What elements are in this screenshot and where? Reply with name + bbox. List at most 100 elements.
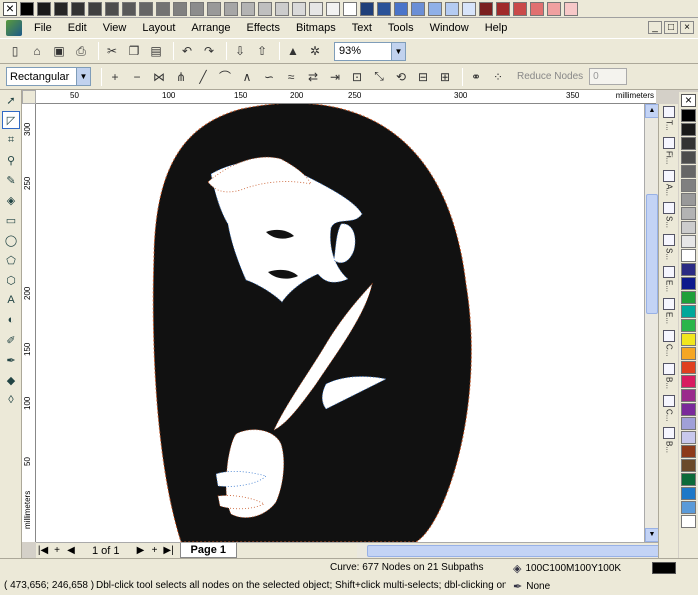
menu-text[interactable]: Text bbox=[344, 18, 380, 38]
color-swatch[interactable] bbox=[681, 431, 696, 444]
shape-tool-icon[interactable]: ◸ bbox=[2, 111, 20, 129]
chevron-down-icon[interactable]: ▼ bbox=[76, 68, 90, 85]
select-all-nodes-icon[interactable]: ⁘ bbox=[489, 68, 507, 86]
extend-curve-icon[interactable]: ⇥ bbox=[326, 68, 344, 86]
color-swatch[interactable] bbox=[681, 473, 696, 486]
close-button[interactable]: × bbox=[680, 21, 694, 34]
prev-page-icon[interactable]: ◀ bbox=[64, 545, 78, 556]
to-line-icon[interactable]: ╱ bbox=[194, 68, 212, 86]
docker-tab-symbols[interactable]: S... bbox=[660, 234, 678, 260]
menu-view[interactable]: View bbox=[95, 18, 135, 38]
color-swatch[interactable] bbox=[681, 263, 696, 276]
save-icon[interactable]: ▣ bbox=[50, 42, 68, 60]
drawing-canvas[interactable] bbox=[36, 104, 644, 542]
extract-subpath-icon[interactable]: ⊡ bbox=[348, 68, 366, 86]
color-swatch[interactable] bbox=[445, 1, 459, 16]
print-icon[interactable]: ⎙ bbox=[72, 42, 90, 60]
paste-icon[interactable]: ▤ bbox=[147, 42, 165, 60]
color-swatch[interactable] bbox=[681, 249, 696, 262]
color-swatch[interactable] bbox=[258, 1, 272, 16]
color-swatch[interactable] bbox=[681, 165, 696, 178]
color-swatch[interactable] bbox=[681, 361, 696, 374]
interactive-fill-tool-icon[interactable]: ◊ bbox=[2, 391, 20, 409]
color-swatch[interactable] bbox=[275, 1, 289, 16]
rectangle-tool-icon[interactable]: ▭ bbox=[2, 211, 20, 229]
color-swatch[interactable] bbox=[122, 1, 136, 16]
add-page-after-icon[interactable]: + bbox=[148, 545, 162, 556]
docker-tab-fillet[interactable]: Fi... bbox=[660, 136, 678, 164]
fill-color-swatch[interactable] bbox=[652, 562, 676, 574]
break-curve-icon[interactable]: ⋔ bbox=[172, 68, 190, 86]
color-swatch[interactable] bbox=[681, 291, 696, 304]
color-swatch[interactable] bbox=[428, 1, 442, 16]
color-swatch[interactable] bbox=[681, 109, 696, 122]
scroll-up-arrow-icon[interactable]: ▲ bbox=[645, 104, 659, 118]
color-swatch[interactable] bbox=[513, 1, 527, 16]
color-swatch[interactable] bbox=[207, 1, 221, 16]
docker-tab-contour[interactable]: C... bbox=[660, 330, 678, 357]
export-icon[interactable]: ⇧ bbox=[253, 42, 271, 60]
color-swatch[interactable] bbox=[681, 151, 696, 164]
docker-tab-transform[interactable]: T... bbox=[660, 106, 678, 131]
fill-tool-icon[interactable]: ◆ bbox=[2, 371, 20, 389]
add-node-icon[interactable]: + bbox=[106, 68, 124, 86]
to-curve-icon[interactable]: ⌒ bbox=[216, 68, 234, 86]
freehand-tool-icon[interactable]: ✎ bbox=[2, 171, 20, 189]
symmetrical-node-icon[interactable]: ≈ bbox=[282, 68, 300, 86]
color-swatch[interactable] bbox=[360, 1, 374, 16]
menu-tools[interactable]: Tools bbox=[380, 18, 422, 38]
delete-node-icon[interactable]: − bbox=[128, 68, 146, 86]
add-page-before-icon[interactable]: + bbox=[50, 545, 64, 556]
docker-tab-blend[interactable]: B... bbox=[660, 427, 678, 453]
color-swatch[interactable] bbox=[681, 501, 696, 514]
smart-fill-tool-icon[interactable]: ◈ bbox=[2, 191, 20, 209]
menu-effects[interactable]: Effects bbox=[239, 18, 288, 38]
crop-tool-icon[interactable]: ⌗ bbox=[2, 131, 20, 149]
selection-mode-select[interactable]: Rectangular ▼ bbox=[6, 67, 91, 86]
docker-tab-bevel[interactable]: B... bbox=[660, 362, 678, 389]
page-tab[interactable]: Page 1 bbox=[179, 543, 237, 558]
redo-icon[interactable]: ↷ bbox=[200, 42, 218, 60]
last-page-icon[interactable]: ▶| bbox=[162, 545, 176, 556]
docker-tab-effects[interactable]: E... bbox=[660, 266, 678, 292]
join-nodes-icon[interactable]: ⋈ bbox=[150, 68, 168, 86]
color-swatch[interactable] bbox=[309, 1, 323, 16]
outline-tool-icon[interactable]: ✒ bbox=[2, 351, 20, 369]
corel-online-icon[interactable]: ✲ bbox=[306, 42, 324, 60]
restore-button[interactable]: □ bbox=[664, 21, 678, 34]
chevron-down-icon[interactable]: ▼ bbox=[391, 42, 405, 60]
color-swatch[interactable] bbox=[681, 123, 696, 136]
color-swatch[interactable] bbox=[681, 445, 696, 458]
color-swatch[interactable] bbox=[681, 207, 696, 220]
color-swatch[interactable] bbox=[292, 1, 306, 16]
color-swatch[interactable] bbox=[462, 1, 476, 16]
color-swatch[interactable] bbox=[496, 1, 510, 16]
color-swatch[interactable] bbox=[105, 1, 119, 16]
color-swatch[interactable] bbox=[681, 375, 696, 388]
menu-arrange[interactable]: Arrange bbox=[183, 18, 238, 38]
outline-status[interactable]: ✒ None bbox=[513, 580, 550, 593]
zoom-tool-icon[interactable]: ⚲ bbox=[2, 151, 20, 169]
stretch-nodes-icon[interactable]: ⤡ bbox=[370, 68, 388, 86]
app-launcher-icon[interactable]: ▲ bbox=[284, 42, 302, 60]
color-swatch[interactable] bbox=[394, 1, 408, 16]
docker-tab-shaping[interactable]: S... bbox=[660, 202, 678, 228]
menu-window[interactable]: Window bbox=[422, 18, 477, 38]
docker-tab-color[interactable]: C... bbox=[660, 394, 678, 421]
link-icon[interactable]: ⚭ bbox=[467, 68, 485, 86]
import-icon[interactable]: ⇩ bbox=[231, 42, 249, 60]
cut-icon[interactable]: ✂ bbox=[103, 42, 121, 60]
color-swatch[interactable] bbox=[156, 1, 170, 16]
menu-help[interactable]: Help bbox=[477, 18, 516, 38]
no-color-swatch[interactable]: × bbox=[3, 1, 17, 16]
vertical-scrollbar[interactable]: ▲ ▼ bbox=[644, 104, 659, 542]
color-swatch[interactable] bbox=[681, 319, 696, 332]
copy-icon[interactable]: ❐ bbox=[125, 42, 143, 60]
color-swatch[interactable] bbox=[224, 1, 238, 16]
color-swatch[interactable] bbox=[681, 333, 696, 346]
color-swatch[interactable] bbox=[20, 1, 34, 16]
cusp-node-icon[interactable]: ∧ bbox=[238, 68, 256, 86]
color-swatch[interactable] bbox=[139, 1, 153, 16]
interactive-blend-tool-icon[interactable]: ◐ bbox=[2, 311, 20, 329]
color-swatch[interactable] bbox=[681, 277, 696, 290]
